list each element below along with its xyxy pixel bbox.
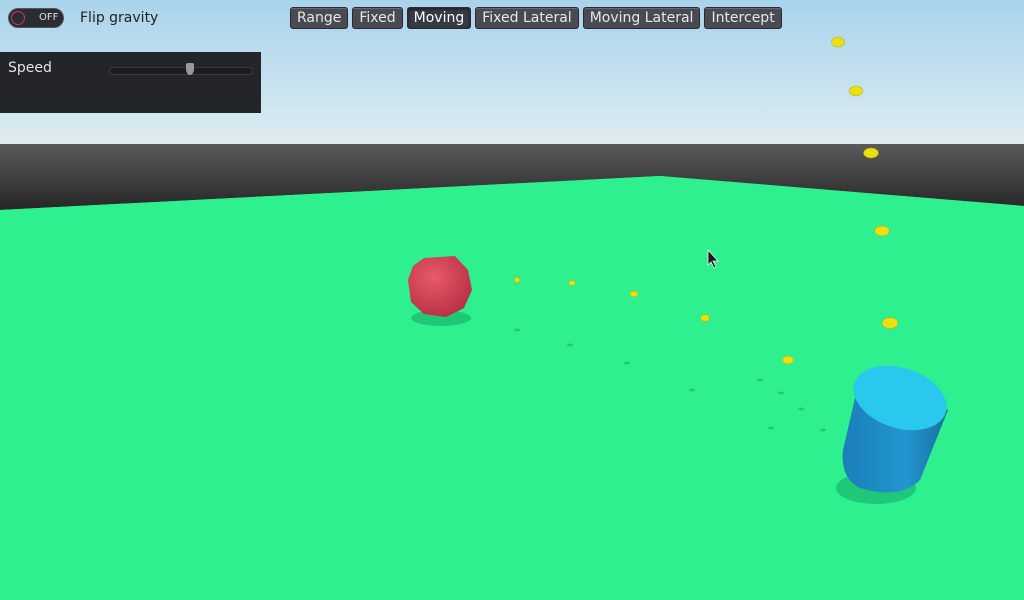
flip-gravity-toggle[interactable]: OFF: [8, 8, 64, 28]
projectile: [700, 314, 710, 322]
mode-toolbar: Range Fixed Moving Fixed Lateral Moving …: [290, 7, 782, 29]
projectile: [513, 277, 521, 283]
projectile: [863, 147, 879, 159]
mode-range-button[interactable]: Range: [290, 7, 349, 29]
mode-fixed-lateral-button[interactable]: Fixed Lateral: [475, 7, 579, 29]
projectile: [881, 317, 899, 329]
speed-slider-track: [109, 67, 253, 75]
mode-moving-lateral-button[interactable]: Moving Lateral: [582, 7, 701, 29]
mode-intercept-button[interactable]: Intercept: [704, 7, 782, 29]
speed-panel: Speed: [0, 52, 261, 113]
flip-gravity-control: OFF Flip gravity: [8, 8, 158, 28]
speed-label: Speed: [8, 60, 52, 76]
projectile: [782, 355, 794, 365]
toggle-knob: [11, 11, 25, 25]
mode-moving-button[interactable]: Moving: [406, 7, 472, 29]
flip-gravity-label: Flip gravity: [80, 10, 159, 26]
toggle-state-text: OFF: [39, 12, 59, 23]
projectile: [848, 85, 864, 97]
projectile: [874, 225, 890, 237]
projectile: [568, 280, 576, 286]
projectile: [831, 36, 845, 48]
target-sphere: [408, 256, 472, 317]
projectile: [629, 290, 639, 298]
speed-slider[interactable]: [109, 63, 253, 75]
mode-fixed-button[interactable]: Fixed: [352, 7, 403, 29]
speed-slider-handle[interactable]: [185, 63, 194, 75]
